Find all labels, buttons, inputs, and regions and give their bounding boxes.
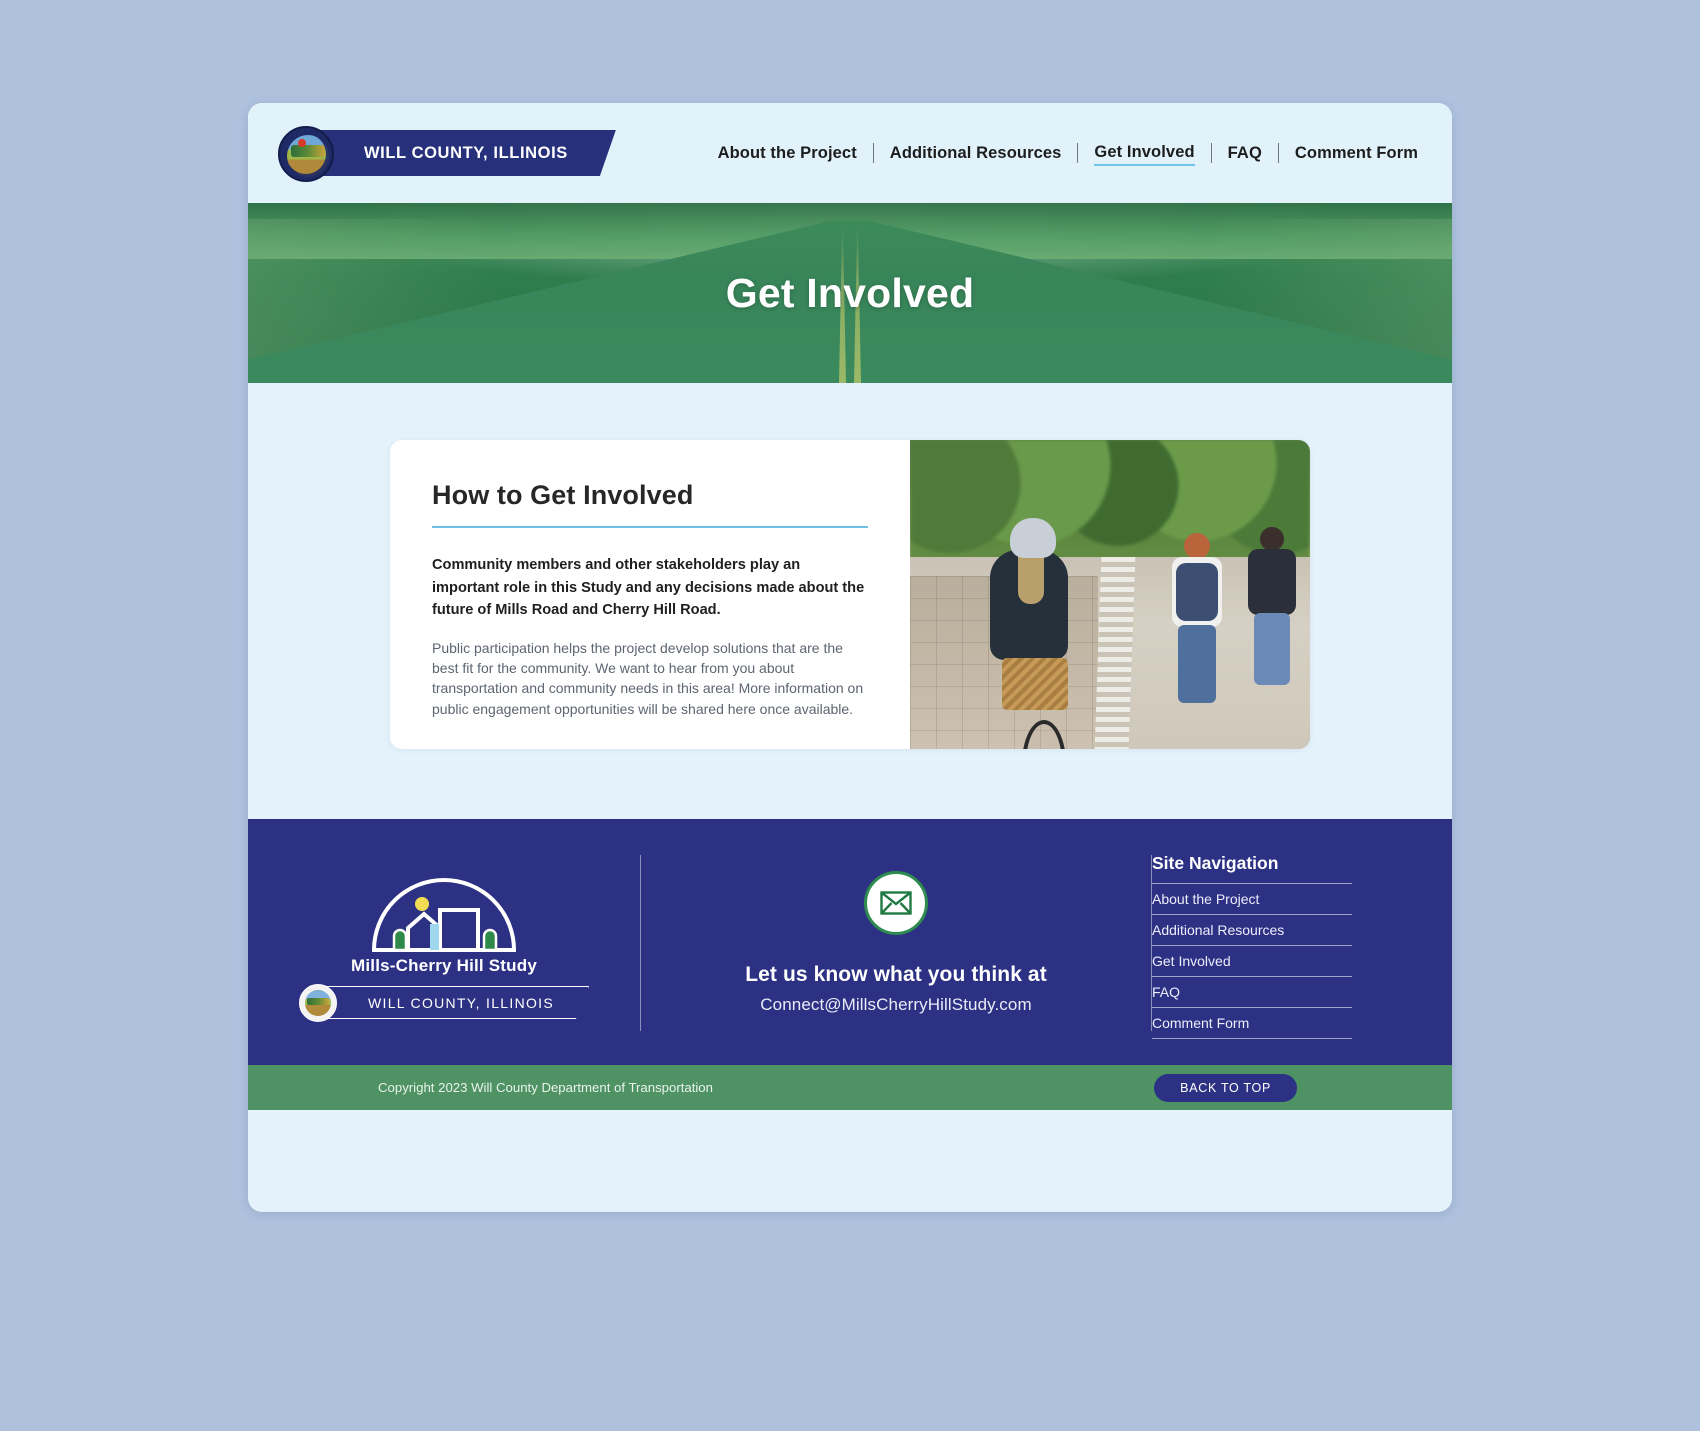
main-content: How to Get Involved Community members an… [248,383,1452,820]
sitenav-item-additional-resources[interactable]: Additional Resources [1152,914,1352,945]
card-body-paragraph: Public participation helps the project d… [432,639,864,717]
site-footer: Mills-Cherry Hill Study WILL COUNTY, ILL… [248,819,1452,1066]
footer-sitenav-column: Site Navigation About the Project Additi… [1152,847,1452,1040]
will-county-seal-icon [278,126,334,182]
card-heading: How to Get Involved [432,480,694,510]
footer-county-lockup: WILL COUNTY, ILLINOIS [298,983,589,1022]
mills-cherry-hill-arch-icon [364,866,524,952]
site-header: WILL COUNTY, ILLINOIS About the Project … [248,103,1452,203]
card-text-column: How to Get Involved Community members an… [390,440,910,749]
card-photo [910,440,1310,750]
nav-separator [872,143,874,163]
copyright-bar: Copyright 2023 Will County Department of… [248,1065,1452,1111]
nav-item-faq[interactable]: FAQ [1228,142,1262,165]
footer-logo-column: Mills-Cherry Hill Study WILL COUNTY, ILL… [248,847,640,1039]
contact-headline: Let us know what you think at [745,963,1047,987]
copyright-text: Copyright 2023 Will County Department of… [378,1080,713,1096]
photo-pedestrian-one [1166,532,1228,703]
contact-email[interactable]: Connect@MillsCherryHillStudy.com [760,995,1031,1015]
sitenav-item-get-involved[interactable]: Get Involved [1152,945,1352,976]
sitenav-title: Site Navigation [1152,853,1279,874]
nav-item-about-the-project[interactable]: About the Project [718,142,857,165]
brand-banner: WILL COUNTY, ILLINOIS [296,130,616,176]
nav-separator [1277,143,1279,163]
sitenav-list: About the Project Additional Resources G… [1152,883,1352,1040]
nav-separator [1210,143,1212,163]
card-lead-paragraph: Community members and other stakeholders… [432,557,865,619]
main-navigation: About the Project Additional Resources G… [718,141,1434,166]
back-to-top-button[interactable]: BACK TO TOP [1154,1073,1297,1102]
browser-page: WILL COUNTY, ILLINOIS About the Project … [248,103,1452,1212]
will-county-seal-icon [298,983,337,1022]
brand-logo[interactable]: WILL COUNTY, ILLINOIS [278,126,616,182]
footer-contact-column: Let us know what you think at Connect@Mi… [641,847,1151,1039]
sitenav-item-faq[interactable]: FAQ [1152,976,1352,1007]
page-title: Get Involved [725,270,975,316]
heading-divider [432,526,868,528]
envelope-icon[interactable] [864,871,928,936]
photo-pedestrian-two [1246,526,1300,685]
sitenav-item-about-the-project[interactable]: About the Project [1152,883,1352,914]
nav-item-get-involved[interactable]: Get Involved [1094,141,1195,166]
sitenav-item-comment-form[interactable]: Comment Form [1152,1007,1352,1040]
nav-item-comment-form[interactable]: Comment Form [1295,142,1418,165]
hero-banner: Get Involved [248,203,1452,383]
photo-cyclist [974,508,1104,750]
nav-item-additional-resources[interactable]: Additional Resources [890,142,1062,165]
content-card: How to Get Involved Community members an… [390,440,1310,750]
footer-county-name: WILL COUNTY, ILLINOIS [367,994,554,1011]
footer-county-banner: WILL COUNTY, ILLINOIS [313,986,589,1019]
study-title: Mills-Cherry Hill Study [351,955,537,975]
brand-name: WILL COUNTY, ILLINOIS [364,143,568,162]
nav-separator [1077,143,1079,163]
